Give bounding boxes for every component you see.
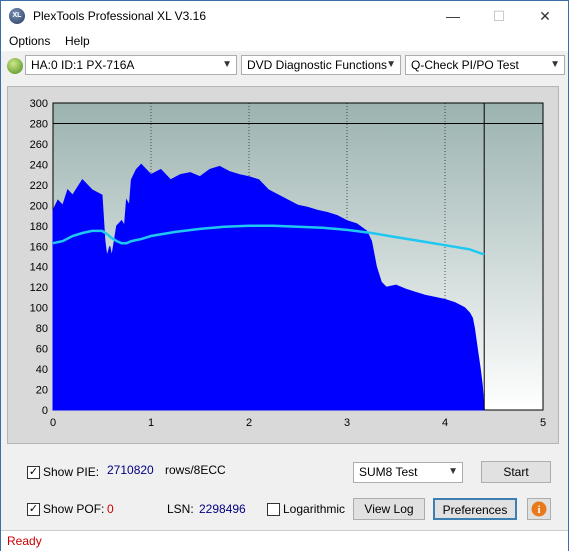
chevron-down-icon: ▼ [386, 59, 396, 70]
pof-value: 0 [107, 502, 114, 516]
y-tick-label: 100 [30, 303, 48, 315]
info-icon: i [531, 501, 547, 517]
status-bar: Ready [1, 530, 568, 551]
y-tick-label: 140 [30, 262, 48, 274]
y-tick-label: 220 [30, 180, 48, 192]
function-select-value: DVD Diagnostic Functions [247, 58, 388, 72]
chart-panel: 0 1 2 3 4 5 0 20 40 60 80 100 120 140 160 180 200 220 240 2… [7, 86, 559, 444]
x-tick-label: 4 [442, 417, 448, 429]
minimize-icon: — [446, 8, 460, 24]
logarithmic-checkbox[interactable] [267, 503, 280, 516]
y-tick-label: 180 [30, 221, 48, 233]
chevron-down-icon: ▼ [222, 59, 232, 70]
status-text: Ready [7, 534, 42, 548]
x-tick-label: 0 [50, 417, 56, 429]
menu-bar: Options Help [1, 31, 568, 51]
x-tick-label: 3 [344, 417, 350, 429]
maximize-icon: ☐ [492, 8, 506, 24]
y-tick-label: 120 [30, 282, 48, 294]
test-select[interactable]: Q-Check PI/PO Test ▼ [405, 55, 565, 75]
view-log-button[interactable]: View Log [353, 498, 425, 520]
y-tick-label: 200 [30, 200, 48, 212]
minimize-button[interactable]: — [430, 1, 476, 31]
logarithmic-label: Logarithmic [283, 502, 346, 516]
chevron-down-icon: ▼ [448, 466, 458, 477]
chevron-down-icon: ▼ [550, 59, 560, 70]
y-tick-label: 60 [36, 344, 48, 356]
maximize-button[interactable]: ☐ [476, 1, 522, 31]
pie-unit: rows/8ECC [165, 463, 226, 477]
show-pof-checkbox[interactable]: ✓ [27, 503, 40, 516]
sum-select-value: SUM8 Test [359, 465, 418, 479]
y-tick-label: 280 [30, 118, 48, 130]
y-tick-label: 160 [30, 241, 48, 253]
start-button[interactable]: Start [481, 461, 551, 483]
show-pie-checkbox[interactable]: ✓ [27, 466, 40, 479]
y-tick-label: 80 [36, 323, 48, 335]
toolbar: HA:0 ID:1 PX-716A ▼ DVD Diagnostic Funct… [1, 53, 568, 79]
sum-select[interactable]: SUM8 Test ▼ [353, 462, 463, 483]
show-pof-label: Show POF: [43, 502, 105, 516]
pie-value: 2710820 [107, 463, 154, 477]
drive-icon [7, 58, 23, 74]
app-window: XL PlexTools Professional XL V3.16 — ☐ ✕… [0, 0, 569, 551]
info-button[interactable]: i [527, 498, 551, 520]
svg-text:i: i [537, 504, 540, 516]
y-tick-label: 20 [36, 385, 48, 397]
app-logo-icon: XL [9, 8, 25, 24]
menu-options[interactable]: Options [9, 34, 50, 48]
y-tick-label: 0 [42, 405, 48, 417]
y-tick-label: 260 [30, 139, 48, 151]
x-tick-label: 1 [148, 417, 154, 429]
window-title: PlexTools Professional XL V3.16 [33, 9, 206, 23]
y-tick-label: 300 [30, 98, 48, 110]
menu-help[interactable]: Help [65, 34, 90, 48]
title-bar: XL PlexTools Professional XL V3.16 — ☐ ✕ [1, 1, 568, 31]
x-tick-label: 2 [246, 417, 252, 429]
y-tick-label: 40 [36, 364, 48, 376]
show-pie-label: Show PIE: [43, 465, 100, 479]
close-button[interactable]: ✕ [522, 1, 568, 31]
close-icon: ✕ [539, 8, 551, 24]
test-select-value: Q-Check PI/PO Test [411, 58, 519, 72]
pie-chart: 0 1 2 3 4 5 0 20 40 60 80 100 120 140 160 180 200 220 240 2… [30, 98, 546, 429]
lsn-label: LSN: [167, 502, 194, 516]
y-tick-label: 240 [30, 159, 48, 171]
drive-select-value: HA:0 ID:1 PX-716A [31, 58, 135, 72]
drive-select[interactable]: HA:0 ID:1 PX-716A ▼ [25, 55, 237, 75]
function-select[interactable]: DVD Diagnostic Functions ▼ [241, 55, 401, 75]
preferences-button[interactable]: Preferences [433, 498, 517, 520]
controls-panel: ✓ Show PIE: 2710820 rows/8ECC ✓ Show POF… [7, 449, 559, 529]
x-tick-label: 5 [540, 417, 546, 429]
lsn-value: 2298496 [199, 502, 246, 516]
